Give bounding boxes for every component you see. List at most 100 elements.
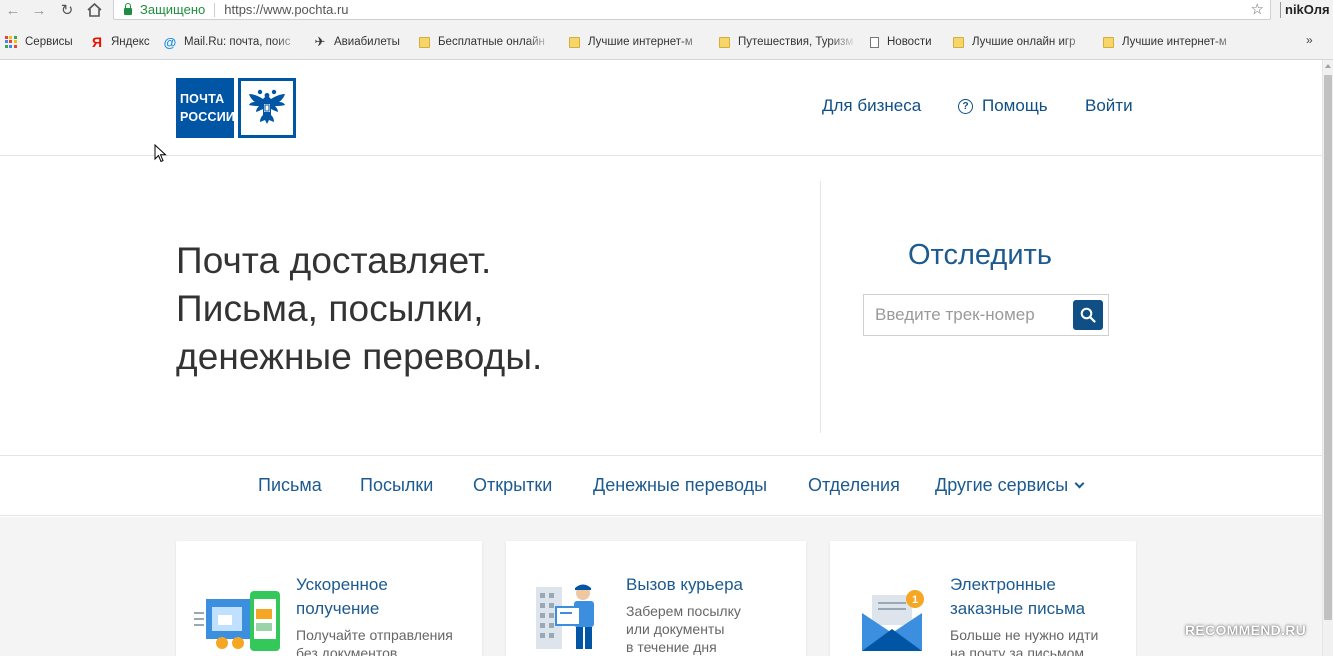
- card-desc-line: без документов: [296, 645, 398, 656]
- apps-icon: [4, 35, 17, 49]
- bookmark-label: Яндекс: [111, 36, 150, 48]
- watermark-logo: RECOMMEND.RU: [1185, 622, 1307, 638]
- card-desc-line: на почту за письмом: [950, 645, 1085, 656]
- bookmark-best-shops-2[interactable]: Лучшие интернет-м: [1103, 34, 1241, 50]
- track-title: Отследить: [908, 239, 1052, 271]
- card-description: Заберем посылку или документы в течение …: [626, 602, 741, 656]
- bookmark-label: Лучшие интернет-м: [588, 36, 693, 48]
- folder-icon: [1103, 36, 1114, 48]
- card-title: Ускоренное получение: [296, 573, 388, 621]
- menu-item-offices[interactable]: Отделения: [808, 475, 900, 496]
- hero-line: Письма, посылки,: [176, 288, 484, 329]
- bookmark-label: Сервисы: [25, 36, 73, 48]
- bookmark-label: Лучшие онлайн игр: [972, 36, 1076, 48]
- courier-icon: [536, 584, 594, 649]
- hero-divider: [820, 181, 821, 433]
- card-fast-receipt[interactable]: Ускоренное получение Получайте отправлен…: [176, 541, 482, 656]
- menu-item-other-services[interactable]: Другие сервисы: [935, 475, 1085, 496]
- logo-line2: РОССИИ: [180, 110, 236, 124]
- envelope-badge-icon: 1: [862, 590, 924, 651]
- card-electronic-letters[interactable]: 1 Электронные заказные письма Больше не …: [830, 541, 1136, 656]
- notification-badge-count: 1: [912, 594, 918, 606]
- bookmark-label: Бесплатные онлайн: [438, 36, 545, 48]
- services-menu: Письма Посылки Открытки Денежные перевод…: [0, 455, 1322, 516]
- card-title-line: Электронные: [950, 575, 1056, 594]
- site-header: ПОЧТА РОССИИ Для бизнеса ? Помощь Войти: [0, 60, 1322, 156]
- page-content: ПОЧТА РОССИИ Для бизнеса ? Помощь Войти …: [0, 60, 1322, 656]
- track-form: [863, 294, 1109, 336]
- home-icon[interactable]: [85, 1, 103, 19]
- profile-name[interactable]: nikОля: [1280, 2, 1330, 18]
- bookmarks-overflow-button[interactable]: »: [1306, 33, 1313, 47]
- menu-item-parcels[interactable]: Посылки: [360, 475, 433, 496]
- hero-section: Почта доставляет. Письма, посылки, денеж…: [0, 157, 1322, 455]
- scroll-up-arrow-icon[interactable]: [1325, 64, 1331, 68]
- bookmark-travel[interactable]: Путешествия, Туризм: [719, 34, 857, 50]
- lock-icon: [124, 3, 132, 15]
- bookmark-news[interactable]: Новости: [870, 34, 942, 50]
- omnibox-divider: [214, 2, 216, 17]
- yandex-icon: Я: [91, 34, 103, 50]
- bookmark-avia[interactable]: ✈ Авиабилеты: [314, 34, 409, 50]
- promo-cards: Ускоренное получение Получайте отправлен…: [0, 517, 1322, 656]
- card-courier-call[interactable]: Вызов курьера Заберем посылку или докуме…: [506, 541, 806, 656]
- menu-item-postcards[interactable]: Открытки: [473, 475, 552, 496]
- bookmark-yandex[interactable]: Я Яндекс: [91, 34, 156, 50]
- hero-line: денежные переводы.: [176, 336, 543, 377]
- menu-item-money-transfers[interactable]: Денежные переводы: [593, 475, 767, 496]
- secure-label: Защищено: [140, 2, 206, 17]
- bookmark-free-online[interactable]: Бесплатные онлайн: [419, 34, 553, 50]
- track-number-input[interactable]: [865, 296, 1071, 334]
- card-title-line: Ускоренное: [296, 575, 388, 594]
- card-title-line: заказные письма: [950, 599, 1086, 618]
- login-link[interactable]: Войти: [1085, 96, 1133, 116]
- search-icon: [1080, 307, 1096, 323]
- document-icon: [870, 36, 879, 48]
- card-title-line: получение: [296, 599, 380, 618]
- logo-wordmark: ПОЧТА РОССИИ: [176, 78, 236, 138]
- bookmark-mailru[interactable]: @ Mail.Ru: почта, поис: [164, 34, 302, 50]
- browser-toolbar: ← → ↻ Защищено https://www.pochta.ru ☆ n…: [0, 0, 1333, 22]
- card-desc-line: Больше не нужно идти: [950, 627, 1099, 643]
- track-search-button[interactable]: [1073, 300, 1103, 330]
- bookmark-star-icon[interactable]: ☆: [1251, 0, 1264, 18]
- bookmark-label: Mail.Ru: почта, поис: [184, 36, 291, 48]
- reload-icon[interactable]: ↻: [58, 1, 76, 19]
- bookmark-best-shops[interactable]: Лучшие интернет-м: [569, 34, 707, 50]
- card-title: Электронные заказные письма: [950, 573, 1085, 621]
- bookmark-label: Новости: [887, 36, 932, 48]
- help-circle-icon: ?: [958, 99, 973, 114]
- menu-item-label: Другие сервисы: [935, 475, 1069, 495]
- back-arrow-icon[interactable]: ←: [4, 1, 22, 19]
- help-link[interactable]: ? Помощь: [958, 96, 1048, 116]
- folder-icon: [719, 36, 730, 48]
- business-link[interactable]: Для бизнеса: [822, 96, 921, 116]
- page-scrollbar[interactable]: [1322, 60, 1333, 656]
- folder-icon: [569, 36, 580, 48]
- bookmark-label: Путешествия, Туризм: [738, 36, 854, 48]
- phone-sms-icon: [194, 591, 280, 651]
- card-desc-line: Получайте отправления: [296, 627, 453, 643]
- bookmark-online-games[interactable]: Лучшие онлайн игр: [953, 34, 1091, 50]
- menu-item-letters[interactable]: Письма: [258, 475, 322, 496]
- eagle-emblem-icon: [238, 78, 296, 138]
- folder-icon: [419, 36, 430, 48]
- card-desc-line: или документы: [626, 621, 725, 637]
- forward-arrow-icon[interactable]: →: [30, 1, 48, 19]
- pochta-logo[interactable]: ПОЧТА РОССИИ: [176, 78, 296, 138]
- hero-headline: Почта доставляет. Письма, посылки, денеж…: [176, 237, 542, 381]
- scroll-thumb[interactable]: [1324, 75, 1332, 620]
- logo-line1: ПОЧТА: [180, 92, 225, 106]
- bookmark-services[interactable]: Сервисы: [4, 34, 79, 50]
- card-desc-line: Заберем посылку: [626, 603, 741, 619]
- url-text[interactable]: https://www.pochta.ru: [224, 2, 348, 17]
- hero-line: Почта доставляет.: [176, 240, 492, 281]
- address-bar[interactable]: Защищено https://www.pochta.ru ☆: [113, 0, 1271, 20]
- help-link-label: Помощь: [982, 96, 1048, 115]
- mailru-icon: @: [164, 34, 177, 50]
- folder-icon: [953, 36, 964, 48]
- card-title-line: Вызов курьера: [626, 575, 743, 594]
- bookmark-label: Лучшие интернет-м: [1122, 36, 1227, 48]
- card-desc-line: в течение дня: [626, 639, 717, 655]
- bookmarks-bar: Сервисы Я Яндекс @ Mail.Ru: почта, поис …: [0, 22, 1333, 60]
